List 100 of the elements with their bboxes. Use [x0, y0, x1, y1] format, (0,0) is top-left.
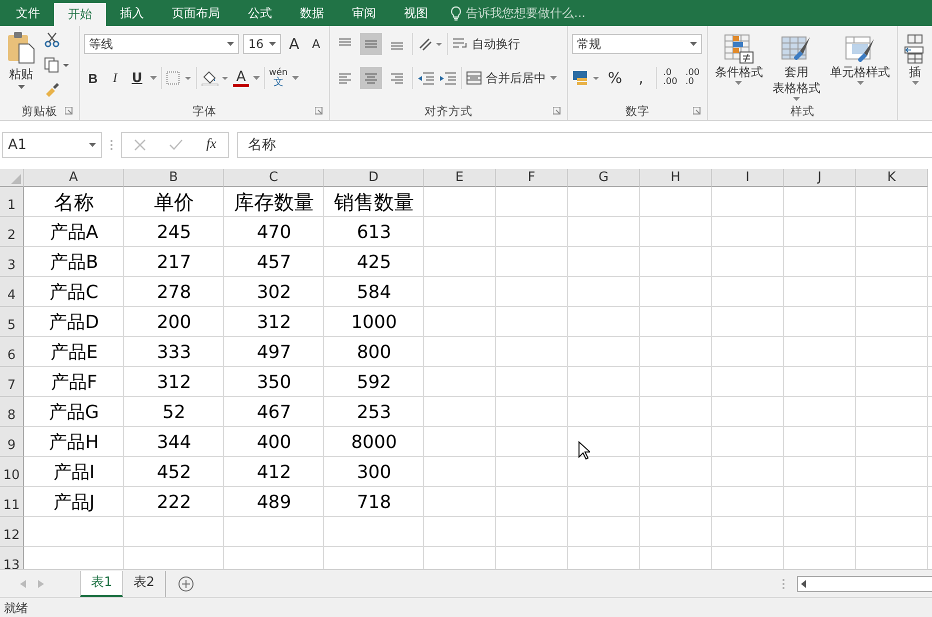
vertical-align-button[interactable] — [360, 33, 382, 55]
table-cell-text: 613 — [356, 220, 392, 244]
ribbon-tab[interactable]: 数据 — [286, 0, 338, 26]
increase-indent-icon[interactable] — [439, 71, 457, 85]
table-cell-text: 400 — [256, 430, 292, 454]
table-cell-text: 名称 — [53, 188, 95, 216]
increase-decimal-button[interactable]: .0 .00 — [661, 69, 680, 87]
column-header[interactable]: B — [124, 169, 224, 187]
ribbon-tab[interactable]: 公式 — [234, 0, 286, 26]
row-header[interactable]: 2 — [0, 217, 24, 247]
decrease-decimal-button[interactable]: .00 .0 — [683, 69, 702, 87]
dialog-launcher-icon[interactable] — [315, 107, 323, 115]
number-format-select[interactable]: 常规 — [572, 34, 702, 54]
scissors-icon[interactable] — [44, 32, 60, 48]
name-box[interactable]: A1 — [2, 132, 102, 158]
dialog-launcher-icon[interactable] — [693, 107, 701, 115]
font-name-select[interactable]: 等线 — [84, 34, 240, 54]
ribbon-tab[interactable]: 页面布局 — [158, 0, 234, 26]
row-header[interactable]: 4 — [0, 277, 24, 307]
ribbon-tab[interactable]: 审阅 — [338, 0, 390, 26]
table-cell-text: 产品A — [48, 221, 100, 245]
text-orientation-icon[interactable] — [417, 36, 443, 52]
table-cell-text: 产品G — [48, 401, 100, 425]
table-cell-text: 产品I — [52, 461, 96, 485]
ribbon-tab[interactable]: 开始 — [54, 3, 106, 26]
lightbulb-icon — [450, 6, 462, 20]
sheet-tab[interactable]: 表1 — [80, 570, 124, 596]
column-header[interactable]: H — [640, 169, 712, 187]
copy-icon[interactable] — [44, 57, 70, 73]
style-button[interactable]: 单元格样式 — [830, 30, 890, 102]
horizontal-scrollbar[interactable] — [797, 576, 932, 592]
group-label: 对齐方式 — [424, 104, 472, 118]
column-header[interactable]: C — [224, 169, 324, 187]
comma-button[interactable]: , — [630, 68, 652, 88]
row-header[interactable]: 11 — [0, 487, 24, 517]
column-header[interactable]: D — [324, 169, 424, 187]
currency-icon[interactable] — [572, 69, 600, 87]
enter-check-icon[interactable] — [168, 139, 183, 151]
scroll-left-icon[interactable] — [801, 580, 806, 588]
ribbon-tab[interactable]: 插入 — [106, 0, 158, 26]
wrap-text-button[interactable]: 自动换行 — [452, 36, 520, 52]
dialog-launcher-icon[interactable] — [553, 107, 561, 115]
shrink-font-button[interactable]: A — [307, 34, 326, 54]
column-header[interactable]: K — [856, 169, 928, 187]
font-color-button[interactable]: A — [233, 70, 249, 86]
insert-cells-button[interactable]: 插 — [904, 30, 926, 120]
fill-color-icon[interactable] — [201, 70, 229, 86]
insert-function-button[interactable]: fx — [206, 137, 216, 153]
row-header[interactable]: 8 — [0, 397, 24, 427]
column-header[interactable]: F — [496, 169, 568, 187]
formula-input[interactable]: 名称 — [237, 132, 932, 158]
column-header[interactable]: I — [712, 169, 784, 187]
style-button[interactable]: 条件格式 — [714, 30, 763, 102]
decrease-indent-icon[interactable] — [417, 71, 435, 85]
table-cell-text: 200 — [156, 310, 192, 334]
row-header[interactable]: 10 — [0, 457, 24, 487]
caret-icon — [856, 81, 864, 85]
column-header[interactable]: A — [24, 169, 124, 187]
row-header[interactable]: 13 — [0, 547, 24, 569]
borders-icon[interactable] — [166, 71, 192, 85]
row-header[interactable]: 5 — [0, 307, 24, 337]
horizontal-align-button[interactable] — [360, 67, 382, 89]
font-size-select[interactable]: 16 — [243, 34, 282, 54]
row-header[interactable]: 7 — [0, 367, 24, 397]
column-header[interactable]: E — [424, 169, 496, 187]
ribbon-tab[interactable]: 视图 — [390, 0, 442, 26]
format-painter-icon[interactable] — [44, 82, 60, 98]
ribbon-tab[interactable]: 文件 — [2, 0, 54, 26]
caret-icon — [89, 143, 96, 147]
underline-button[interactable]: U — [128, 68, 146, 88]
table-cell-text: 52 — [162, 400, 186, 424]
table-cell-text: 产品H — [48, 431, 100, 455]
align-lines-icon — [389, 71, 405, 85]
row-header[interactable]: 9 — [0, 427, 24, 457]
caret-icon — [550, 76, 557, 80]
style-button[interactable]: 套用 表格格式 — [772, 30, 820, 102]
sheet-tab[interactable]: 表2 — [123, 570, 165, 594]
tell-me-search[interactable]: 告诉我您想要做什么... — [450, 0, 586, 26]
table-cell-text: 产品J — [52, 491, 96, 515]
table-cell-text: 217 — [156, 250, 192, 274]
phonetic-guide-button[interactable]: wén 文 — [269, 68, 288, 88]
paste-button[interactable]: 粘贴 — [4, 30, 38, 102]
percent-button[interactable]: % — [604, 68, 626, 88]
caret-icon — [18, 85, 24, 89]
italic-button[interactable]: I — [106, 68, 124, 88]
bold-button[interactable]: B — [84, 68, 102, 88]
column-header[interactable]: G — [568, 169, 640, 187]
merge-center-button[interactable]: 合并后居中 — [466, 70, 546, 86]
table-cell-text: 产品B — [48, 251, 100, 275]
grip-icon — [782, 578, 785, 590]
row-header[interactable]: 6 — [0, 337, 24, 367]
grow-font-button[interactable]: A — [285, 34, 304, 54]
row-header[interactable]: 12 — [0, 517, 24, 547]
column-header[interactable]: J — [784, 169, 856, 187]
row-header[interactable]: 3 — [0, 247, 24, 277]
table-cell-text: 592 — [356, 370, 392, 394]
dialog-launcher-icon[interactable] — [65, 107, 73, 115]
caret-icon — [253, 76, 260, 80]
add-sheet-icon[interactable] — [178, 576, 194, 592]
row-header[interactable]: 1 — [0, 187, 24, 217]
